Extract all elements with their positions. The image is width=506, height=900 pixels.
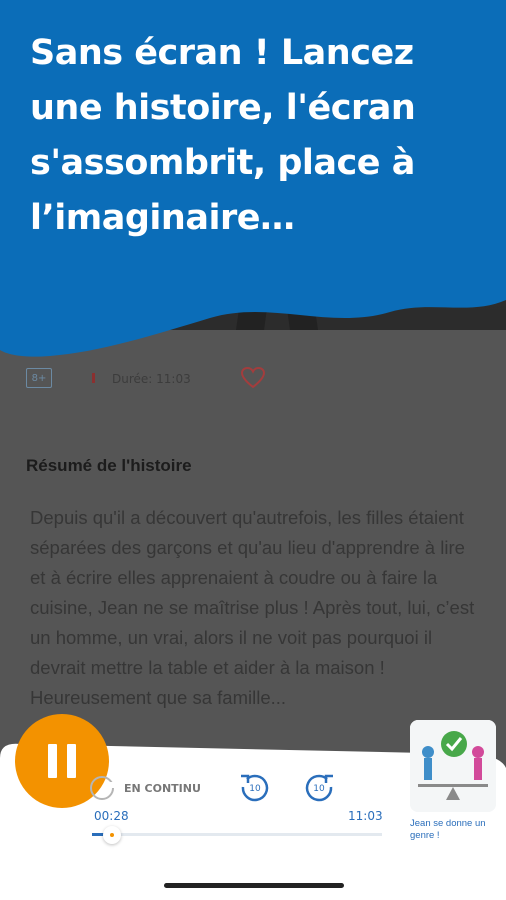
clock-icon [92, 373, 95, 383]
pause-icon-bar-right [67, 744, 76, 778]
heart-icon[interactable] [240, 366, 266, 390]
story-cover-thumbnail[interactable] [410, 720, 496, 812]
summary-title: Résumé de l'histoire [26, 456, 192, 475]
rewind-10-label: 10 [249, 784, 261, 794]
continuous-label: EN CONTINU [124, 781, 201, 795]
forward-10-button[interactable]: 10 [302, 770, 336, 804]
check-badge-icon [441, 731, 467, 757]
home-indicator [164, 883, 344, 888]
total-time: 11:03 [348, 809, 383, 823]
cover-caption: Jean se donne un genre ! [410, 818, 486, 841]
rewind-10-button[interactable]: 10 [238, 770, 272, 804]
banner-line-4: l’imaginaire… [30, 198, 295, 238]
banner-line-1: Sans écran ! Lancez [30, 33, 414, 73]
age-badge: 8+ [26, 368, 52, 388]
duration-text: Durée: 11:03 [112, 372, 191, 386]
progress-handle[interactable] [103, 826, 121, 844]
banner-line-2: une histoire, l'écran [30, 88, 416, 128]
forward-10-label: 10 [313, 784, 325, 794]
continuous-play-toggle[interactable]: EN CONTINU [90, 776, 201, 800]
summary-text: Depuis qu'il a découvert qu'autrefois, l… [30, 507, 475, 708]
loop-icon [90, 776, 115, 800]
pause-icon-bar-left [48, 744, 57, 778]
promo-banner-text: Sans écran ! Lancez une histoire, l'écra… [30, 26, 490, 246]
story-meta: 8+ [26, 368, 52, 388]
progress-bar[interactable] [92, 833, 382, 836]
banner-line-3: s'assombrit, place à [30, 143, 415, 183]
current-time: 00:28 [94, 809, 129, 823]
